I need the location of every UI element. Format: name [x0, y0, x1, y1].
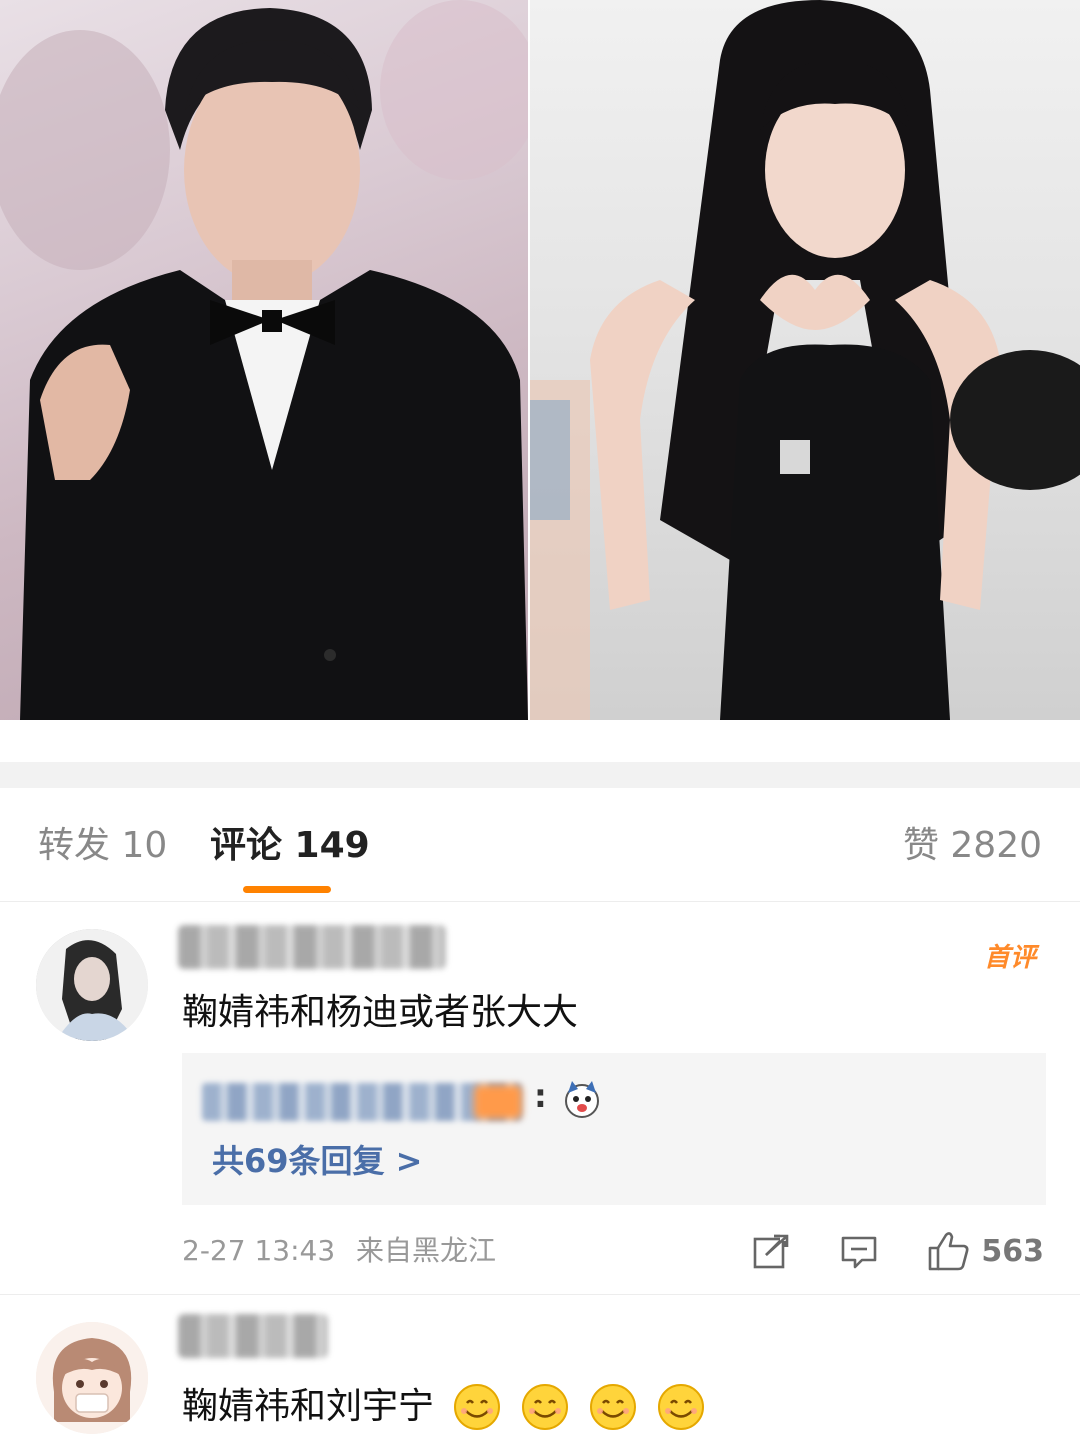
- comment-text: 鞠婧祎和杨迪或者张大大: [182, 992, 579, 1033]
- reply-preview-box[interactable]: : 共69条回复 >: [182, 1053, 1046, 1205]
- tab-repost[interactable]: 转发 10: [38, 824, 167, 868]
- comment-location: 来自黑龙江: [356, 1234, 497, 1267]
- avatar[interactable]: [36, 1322, 148, 1434]
- dog-emoji-icon: [565, 1081, 599, 1118]
- comment-item[interactable]: 首评 鞠婧祎和杨迪或者张大大 : 共69条回复 > 2-27 13:43 来自黑…: [0, 903, 1080, 1295]
- post-image-left[interactable]: [0, 0, 528, 720]
- section-divider: [0, 762, 1080, 788]
- spacer: [0, 720, 1080, 762]
- reply-icon[interactable]: [840, 1233, 878, 1271]
- comment-text: 鞠婧祎和刘宇宁: [182, 1382, 706, 1432]
- active-tab-indicator: [243, 886, 331, 893]
- share-icon[interactable]: [752, 1233, 790, 1271]
- username-redacted[interactable]: [178, 1314, 328, 1358]
- post-image-right[interactable]: [530, 0, 1080, 720]
- tab-comments[interactable]: 评论 149: [210, 824, 370, 868]
- smile-emoji-icon: [658, 1384, 705, 1430]
- smile-emoji-icon: [590, 1384, 637, 1430]
- comment-text-content: 鞠婧祎和刘宇宁: [182, 1386, 435, 1427]
- reply-separator: :: [534, 1077, 547, 1115]
- username-redacted[interactable]: [178, 925, 446, 969]
- avatar-cartoon: [36, 1322, 148, 1434]
- comment-meta: 2-27 13:43 来自黑龙江: [182, 1233, 496, 1269]
- avatar-photo: [36, 929, 148, 1041]
- first-comment-badge: 首评: [983, 943, 1036, 973]
- thumbs-up-icon[interactable]: [926, 1229, 970, 1273]
- smile-emoji-icon: [454, 1384, 501, 1430]
- post-tabs: 转发 10 评论 149 赞 2820: [0, 788, 1080, 902]
- tab-likes[interactable]: 赞 2820: [903, 824, 1042, 868]
- post-image-collage[interactable]: [0, 0, 1080, 720]
- comment-item[interactable]: 鞠婧祎和刘宇宁: [0, 1296, 1080, 1441]
- man-in-tuxedo-image: [0, 0, 528, 720]
- reply-badge-redacted: [474, 1085, 522, 1119]
- woman-heart-hands-image: [530, 0, 1080, 720]
- view-replies-link[interactable]: 共69条回复 >: [212, 1141, 423, 1181]
- comment-time: 2-27 13:43: [182, 1234, 336, 1267]
- avatar[interactable]: [36, 929, 148, 1041]
- like-count: 563: [981, 1234, 1044, 1269]
- smile-emoji-icon: [522, 1384, 569, 1430]
